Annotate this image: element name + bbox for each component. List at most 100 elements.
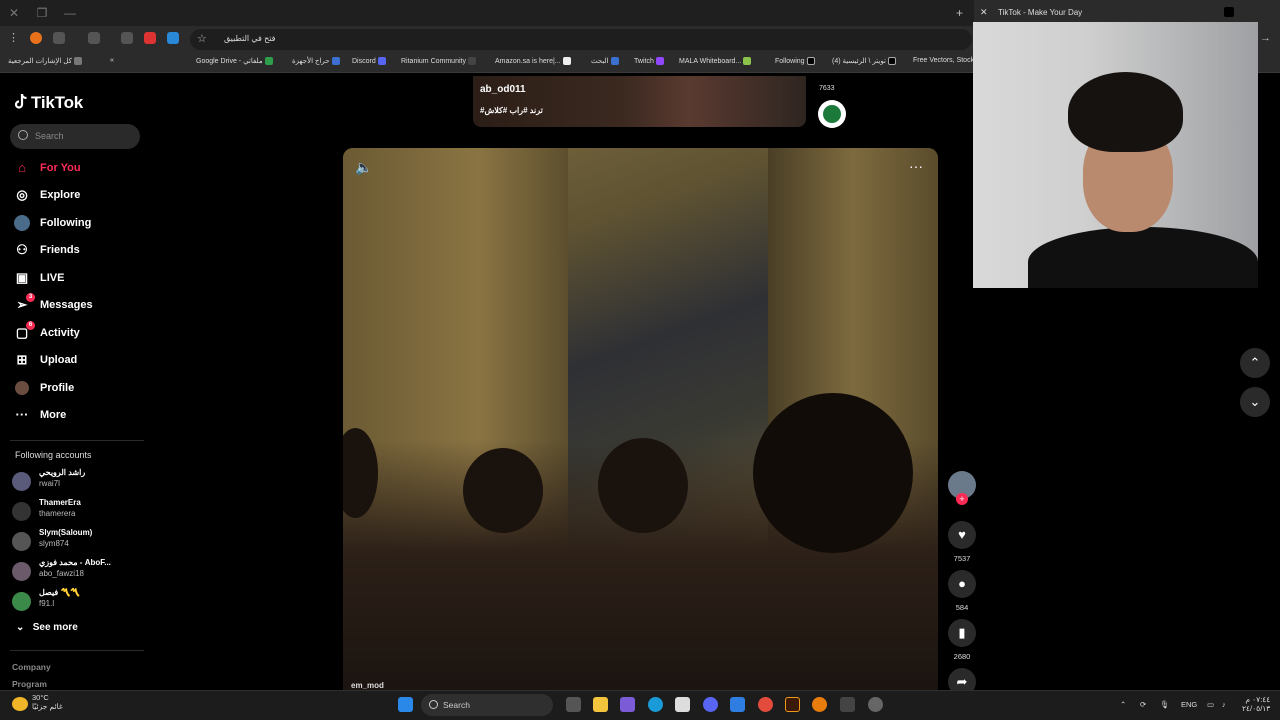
- video-username[interactable]: em_mod: [351, 681, 384, 690]
- live-icon: ▣: [15, 270, 29, 285]
- account-item[interactable]: Slym(Saloum) slym874: [12, 528, 152, 554]
- mail-icon[interactable]: [730, 697, 745, 712]
- clock-time: ٠٧:٤٤ م: [1245, 695, 1271, 704]
- chrome-icon[interactable]: [758, 697, 773, 712]
- video-frame: [463, 448, 543, 533]
- app-icon[interactable]: [868, 697, 883, 712]
- search-icon: [429, 700, 438, 709]
- new-tab-icon[interactable]: +: [956, 6, 963, 20]
- volume-icon[interactable]: 🔈: [355, 159, 372, 176]
- task-view-icon[interactable]: [566, 697, 581, 712]
- extension-icon[interactable]: [144, 32, 156, 44]
- avatar: [12, 472, 31, 491]
- home-icon: ⌂: [18, 160, 26, 175]
- previous-video-button[interactable]: ⌃: [1240, 348, 1270, 378]
- microphone-icon[interactable]: 🎙: [1160, 700, 1170, 709]
- account-item[interactable]: ThamerEra thamerera: [12, 498, 152, 524]
- search-input[interactable]: Search: [10, 124, 140, 149]
- footer-link[interactable]: Company: [12, 662, 51, 672]
- video-frame: [753, 393, 913, 553]
- illustrator-icon[interactable]: [785, 697, 800, 712]
- bookmark-item[interactable]: Free Vectors, Stock: [913, 57, 974, 64]
- bookmark-item[interactable]: Twitch: [634, 57, 666, 65]
- volume-icon[interactable]: ♪: [1222, 700, 1226, 709]
- blender-icon[interactable]: [812, 697, 827, 712]
- heart-icon: ♥: [948, 521, 976, 549]
- extension-icon[interactable]: [167, 32, 179, 44]
- calculator-icon[interactable]: [840, 697, 855, 712]
- extension-icon[interactable]: [88, 32, 100, 44]
- friends-icon: ⚇: [16, 242, 28, 257]
- sync-icon[interactable]: ⟳: [1140, 700, 1146, 709]
- bookmark-item[interactable]: Amazon.sa is here|...: [495, 57, 573, 65]
- bookmark-item[interactable]: MALA Whiteboard...: [679, 57, 753, 65]
- forward-arrow-icon[interactable]: →: [1260, 32, 1272, 44]
- store-icon[interactable]: [675, 697, 690, 712]
- avatar: [12, 532, 31, 551]
- copilot-icon[interactable]: [620, 697, 635, 712]
- bookmark-item[interactable]: Discord: [352, 57, 388, 65]
- previous-video-share-count: 7633: [819, 85, 835, 92]
- bookmark-item[interactable]: (4) تويتر \ الرئيسية: [832, 57, 898, 66]
- webcam-person: [1028, 227, 1258, 288]
- taskbar-search-input[interactable]: Search: [421, 694, 553, 716]
- previous-video-hashtags[interactable]: #ترند #راب #كلاش: [480, 106, 543, 115]
- discord-icon[interactable]: [703, 697, 718, 712]
- extension-icon[interactable]: [53, 32, 65, 44]
- compass-icon: ◎: [16, 187, 28, 202]
- comment-button[interactable]: ● 584: [947, 570, 977, 612]
- chevron-left-icon[interactable]: «: [110, 57, 114, 64]
- following-accounts-title: Following accounts: [15, 450, 92, 460]
- menu-dots-icon[interactable]: ⋮: [8, 31, 20, 44]
- account-item[interactable]: فيصل 〽️〽️ f91.l: [12, 588, 152, 614]
- messages-badge: 3: [26, 293, 35, 302]
- activity-badge: 6: [26, 321, 35, 330]
- network-icon[interactable]: ▭: [1207, 700, 1214, 709]
- upload-icon: ⊞: [16, 352, 28, 367]
- bookmark-item[interactable]: البحث: [591, 57, 621, 66]
- creator-avatar[interactable]: [818, 100, 846, 128]
- follow-plus-icon[interactable]: +: [956, 493, 968, 505]
- bookmark-item[interactable]: Ritanium Community: [401, 57, 478, 65]
- account-item[interactable]: محمد فوزي - AboF... abo_fawzi18: [12, 558, 152, 584]
- file-explorer-icon[interactable]: [593, 697, 608, 712]
- edge-icon[interactable]: [648, 697, 663, 712]
- windows-start-icon[interactable]: [398, 697, 413, 712]
- star-icon[interactable]: ☆: [197, 33, 209, 45]
- next-video-button[interactable]: ⌄: [1240, 387, 1270, 417]
- footer-link[interactable]: Program: [12, 679, 47, 689]
- see-more-button[interactable]: ⌄ See more: [16, 622, 78, 633]
- clock[interactable]: ٠٧:٤٤ م ٢٤/٠٥/١٣: [1242, 695, 1270, 713]
- avatar: [12, 502, 31, 521]
- bookmark-icon: ▮: [948, 619, 976, 647]
- open-in-app-label[interactable]: فتح في التطبيق: [224, 34, 275, 43]
- bookmark-item[interactable]: حراج الأجهزة: [292, 57, 342, 66]
- language-indicator[interactable]: ENG: [1181, 700, 1197, 709]
- like-button[interactable]: ♥ 7537: [947, 521, 977, 563]
- restore-window-icon[interactable]: ❐: [34, 5, 50, 21]
- weather-icon: [12, 697, 28, 711]
- save-button[interactable]: ▮ 2680: [947, 619, 977, 661]
- extension-icon[interactable]: [121, 32, 133, 44]
- extension-icon[interactable]: [30, 32, 42, 44]
- tiktok-logo[interactable]: TikTok: [14, 93, 83, 113]
- close-tab-icon[interactable]: ✕: [980, 7, 988, 18]
- avatar: [12, 592, 31, 611]
- avatar: [15, 381, 29, 395]
- chevron-up-icon[interactable]: ⌃: [1120, 700, 1126, 709]
- minimize-window-icon[interactable]: —: [62, 5, 78, 21]
- address-bar[interactable]: [190, 29, 972, 50]
- bookmark-item[interactable]: Following: [775, 57, 817, 65]
- webcam-overlay: [973, 22, 1258, 288]
- previous-video-card[interactable]: ab_od011 #ترند #راب #كلاش: [473, 76, 806, 127]
- video-player[interactable]: [343, 148, 938, 690]
- close-window-icon[interactable]: ✕: [6, 5, 22, 21]
- bookmark-item[interactable]: كل الإشارات المرجعية: [8, 57, 84, 66]
- creator-avatar[interactable]: +: [947, 471, 977, 505]
- previous-video-username[interactable]: ab_od011: [480, 84, 526, 95]
- video-frame: [598, 438, 688, 533]
- webcam-person: [1068, 72, 1183, 152]
- more-options-icon[interactable]: ···: [909, 158, 923, 174]
- bookmark-item[interactable]: Google Drive - ملفاتي: [196, 57, 275, 66]
- account-item[interactable]: راشد الرويحي rwai7l: [12, 468, 152, 494]
